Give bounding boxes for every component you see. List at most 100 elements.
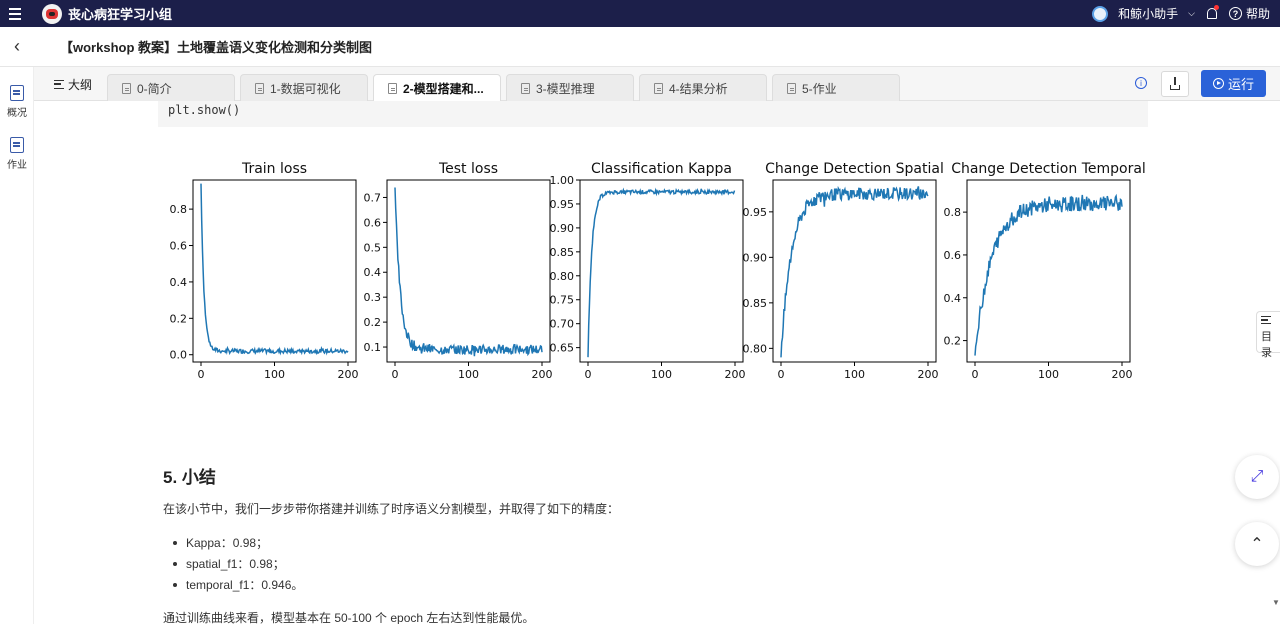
left-rail: 概况 作业 — [0, 67, 34, 624]
x-tick-label: 0 — [392, 368, 399, 381]
y-tick-label: 0.1 — [364, 341, 382, 354]
homework-edit-icon — [10, 137, 24, 153]
tab-label: 3-模型推理 — [536, 81, 595, 96]
chart-title: Classification Kappa — [591, 161, 732, 177]
outline-label: 大纲 — [68, 78, 93, 92]
summary-intro: 在该小节中，我们一步步带你搭建并训练了时序语义分割模型，并取得了如下的精度： — [163, 502, 620, 516]
y-tick-label: 0.3 — [364, 291, 382, 304]
y-tick-label: 0.70 — [550, 318, 575, 331]
top-nav-bar: 丧心病狂学习小组 和鲸小助手 ⌵ ? 帮助 — [0, 0, 1280, 27]
list-item: temporal_f1：0.946。 — [173, 574, 303, 595]
metrics-list: Kappa：0.98； spatial_f1：0.98； temporal_f1… — [173, 532, 303, 595]
tab-2-model-building[interactable]: 2-模型搭建和... — [373, 74, 501, 101]
rail-item-homework[interactable]: 作业 — [0, 137, 34, 171]
y-tick-label: 0.85 — [550, 246, 575, 259]
x-tick-label: 100 — [651, 368, 672, 381]
y-tick-label: 0.4 — [170, 276, 188, 289]
tab-label: 4-结果分析 — [669, 81, 728, 96]
download-button[interactable] — [1161, 71, 1189, 97]
chart-title: Change Detection Spatial — [765, 161, 944, 177]
x-tick-label: 200 — [532, 368, 553, 381]
tab-1-visualization[interactable]: 1-数据可视化 — [240, 74, 368, 101]
notebook-tab-bar: 大纲 0-简介 1-数据可视化 2-模型搭建和... 3-模型推理 4-结果分析… — [34, 67, 1280, 101]
y-tick-label: 0.4 — [364, 266, 382, 279]
tab-3-inference[interactable]: 3-模型推理 — [506, 74, 634, 101]
y-tick-label: 0.2 — [944, 335, 962, 348]
y-tick-label: 0.95 — [743, 206, 768, 219]
y-tick-label: 0.7 — [364, 191, 382, 204]
x-tick-label: 200 — [725, 368, 746, 381]
y-tick-label: 0.2 — [170, 312, 188, 325]
outline-toggle[interactable]: 大纲 — [54, 76, 92, 93]
run-label: 运行 — [1227, 77, 1254, 92]
series-line — [587, 187, 736, 358]
chart-title: Change Detection Temporal — [951, 161, 1146, 177]
rail-item-overview[interactable]: 概况 — [0, 85, 34, 119]
section-heading: 5. 小结 — [163, 468, 216, 487]
info-icon[interactable]: i — [1135, 77, 1147, 89]
rail-item-label: 作业 — [7, 160, 27, 171]
axes-frame — [386, 179, 551, 363]
toc-toggle[interactable]: 目录 — [1256, 311, 1280, 359]
list-item: Kappa：0.98； — [173, 532, 303, 553]
tab-label: 1-数据可视化 — [270, 81, 341, 96]
tab-4-analysis[interactable]: 4-结果分析 — [639, 74, 767, 101]
y-tick-label: 0.5 — [364, 241, 382, 254]
x-tick-label: 100 — [1038, 368, 1059, 381]
file-icon — [787, 82, 796, 94]
y-tick-label: 0.85 — [743, 297, 768, 310]
x-tick-label: 200 — [338, 368, 359, 381]
back-arrow-icon[interactable]: ‹ — [0, 27, 34, 67]
back-to-top-button[interactable]: ⌃ — [1235, 522, 1279, 566]
chart-title: Train loss — [241, 161, 307, 177]
toc-icon — [1261, 316, 1271, 324]
toc-label: 目录 — [1261, 331, 1272, 359]
document-title: 【workshop 教案】土地覆盖语义变化检测和分类制图 — [60, 40, 373, 55]
run-button[interactable]: 运行 — [1201, 70, 1266, 97]
axes-frame — [192, 179, 357, 363]
y-tick-label: 0.75 — [550, 294, 575, 307]
tab-0-intro[interactable]: 0-简介 — [107, 74, 235, 101]
x-tick-label: 200 — [918, 368, 939, 381]
chart-title: Test loss — [438, 161, 498, 177]
top-right-controls: 和鲸小助手 ⌵ ? 帮助 — [1092, 0, 1270, 27]
help-link[interactable]: 帮助 — [1246, 5, 1270, 22]
x-tick-label: 0 — [585, 368, 592, 381]
y-tick-label: 0.65 — [550, 342, 575, 355]
chevron-up-icon: ⌃ — [1250, 536, 1264, 553]
group-logo — [42, 3, 62, 24]
play-circle-icon — [1212, 78, 1224, 89]
group-name[interactable]: 丧心病狂学习小组 — [68, 4, 172, 23]
series-line — [780, 185, 929, 358]
file-icon — [255, 82, 264, 94]
list-item: spatial_f1：0.98； — [173, 553, 303, 574]
training-curves-figure: Train loss 0 100 200 0.0 0.2 0.4 0.6 0.8 Test los… — [170, 161, 1146, 381]
rail-item-label: 概况 — [7, 108, 27, 119]
document-title-bar: ‹ 【workshop 教案】土地覆盖语义变化检测和分类制图 — [0, 27, 1280, 67]
scrollbar-down-arrow[interactable]: ▼ — [1272, 598, 1280, 607]
y-tick-label: 0.6 — [944, 249, 962, 262]
notification-bell-icon[interactable] — [1205, 4, 1219, 21]
y-tick-label: 0.90 — [743, 251, 768, 264]
y-tick-label: 0.95 — [550, 198, 575, 211]
assistant-avatar[interactable] — [1092, 5, 1109, 22]
tab-label: 2-模型搭建和... — [403, 81, 484, 96]
x-tick-label: 0 — [198, 368, 205, 381]
code-cell[interactable]: plt.show() — [158, 101, 1148, 127]
axes-frame — [579, 179, 744, 363]
y-tick-label: 1.00 — [550, 174, 575, 187]
fullscreen-button[interactable]: ⤢ — [1235, 455, 1279, 499]
x-tick-label: 200 — [1112, 368, 1133, 381]
assistant-name[interactable]: 和鲸小助手 — [1118, 5, 1178, 22]
x-tick-label: 100 — [844, 368, 865, 381]
menu-icon[interactable] — [0, 0, 30, 27]
help-icon[interactable]: ? — [1228, 7, 1242, 20]
outline-icon — [54, 80, 64, 89]
y-tick-label: 0.8 — [170, 203, 188, 216]
y-tick-label: 0.6 — [364, 216, 382, 229]
y-tick-label: 0.0 — [170, 349, 188, 362]
tab-5-homework[interactable]: 5-作业 — [772, 74, 900, 101]
chevron-down-icon[interactable]: ⌵ — [1188, 8, 1195, 19]
x-tick-label: 100 — [264, 368, 285, 381]
y-tick-label: 0.4 — [944, 292, 962, 305]
